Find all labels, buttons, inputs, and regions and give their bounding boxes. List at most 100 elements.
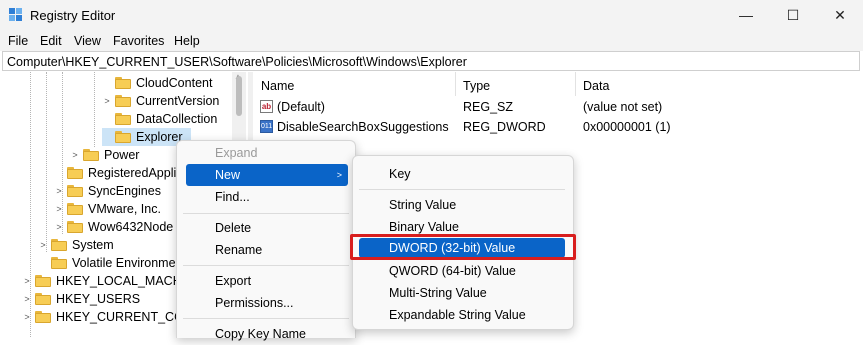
chevron-right-icon: > (336, 170, 342, 180)
menu-item-delete[interactable]: Delete (183, 217, 349, 239)
minimize-icon: — (739, 7, 753, 23)
submenu-item-key[interactable]: Key (359, 163, 565, 185)
tree-item-label: Wow6432Node (88, 220, 174, 234)
menu-item-label: Export (215, 274, 252, 288)
tree-guide-line (46, 72, 47, 252)
menu-bar: File Edit View Favorites Help (0, 30, 863, 51)
tree-item-power[interactable]: > Power (70, 146, 139, 164)
title-bar: Registry Editor — ☐ ✕ (0, 0, 863, 30)
menu-item-label: Rename (215, 243, 263, 257)
menu-item-find[interactable]: Find... (183, 186, 349, 208)
tree-scrollbar-thumb[interactable] (236, 76, 242, 116)
maximize-icon: ☐ (786, 6, 800, 23)
folder-icon (51, 239, 67, 251)
menu-file[interactable]: File (8, 34, 28, 48)
tree-item-label: Power (104, 148, 140, 162)
menu-separator (183, 318, 349, 319)
chevron-right-icon[interactable]: > (54, 222, 64, 232)
folder-icon (67, 185, 83, 197)
chevron-right-icon[interactable]: > (70, 150, 80, 160)
tree-item-hkey-local-machine[interactable]: > HKEY_LOCAL_MACHI (22, 272, 185, 290)
tree-item-cloudcontent[interactable]: CloudContent (102, 74, 212, 92)
menu-item-label: Delete (215, 221, 252, 235)
value-data: 0x00000001 (1) (583, 120, 671, 134)
menu-view[interactable]: View (74, 34, 101, 48)
tree-item-wow6432node[interactable]: > Wow6432Node (54, 218, 173, 236)
maximize-button[interactable]: ☐ (770, 0, 816, 30)
menu-item-expand[interactable]: Expand (183, 142, 349, 164)
menu-item-label: Expand (215, 146, 258, 160)
menu-item-permissions[interactable]: Permissions... (183, 292, 349, 314)
folder-icon (67, 203, 83, 215)
chevron-right-icon[interactable]: > (38, 240, 48, 250)
tree-item-volatile-environment[interactable]: Volatile Environmen (38, 254, 182, 272)
folder-icon (115, 131, 131, 143)
tree-item-currentversion[interactable]: > CurrentVersion (102, 92, 219, 110)
chevron-right-icon[interactable]: > (22, 294, 32, 304)
folder-icon (115, 95, 131, 107)
tree-item-label: HKEY_CURRENT_CON (56, 310, 193, 324)
value-name: (Default) (277, 100, 325, 114)
folder-icon (35, 311, 51, 323)
value-type: REG_SZ (463, 100, 514, 114)
value-data: (value not set) (583, 100, 663, 114)
tree-guide-line (94, 72, 95, 147)
tree-item-system[interactable]: > System (38, 236, 113, 254)
chevron-right-icon[interactable]: > (54, 204, 64, 214)
menu-help[interactable]: Help (174, 34, 200, 48)
tree-item-vmware[interactable]: > VMware, Inc. (54, 200, 161, 218)
menu-item-label: Find... (215, 190, 250, 204)
tree-item-label: CloudContent (136, 76, 213, 90)
folder-icon (35, 275, 51, 287)
tree-item-datacollection[interactable]: DataCollection (102, 110, 217, 128)
context-menu: Expand New > Find... Delete Rename Expor… (176, 140, 356, 341)
menu-item-label: Key (389, 167, 411, 181)
menu-favorites[interactable]: Favorites (113, 34, 164, 48)
chevron-right-icon[interactable]: > (54, 186, 64, 196)
menu-item-label: Binary Value (389, 220, 459, 234)
menu-item-copy-key-name[interactable]: Copy Key Name (183, 323, 349, 345)
menu-item-new[interactable]: New > (186, 164, 348, 186)
submenu-item-multi-string-value[interactable]: Multi-String Value (359, 282, 565, 304)
tree-item-label: VMware, Inc. (88, 202, 161, 216)
folder-icon (83, 149, 99, 161)
binary-value-icon: 011 (260, 120, 273, 133)
tree-item-hkey-users[interactable]: > HKEY_USERS (22, 290, 140, 308)
column-divider[interactable] (575, 72, 576, 96)
menu-item-rename[interactable]: Rename (183, 239, 349, 261)
menu-edit[interactable]: Edit (40, 34, 62, 48)
column-header-data[interactable]: Data (583, 79, 609, 93)
address-bar[interactable]: Computer\HKEY_CURRENT_USER\Software\Poli… (2, 51, 860, 71)
column-divider[interactable] (455, 72, 456, 96)
folder-icon (115, 113, 131, 125)
menu-item-export[interactable]: Export (183, 270, 349, 292)
chevron-right-icon[interactable]: > (102, 96, 112, 106)
tree-item-hkey-current-config[interactable]: > HKEY_CURRENT_CON (22, 308, 193, 326)
menu-item-label: Copy Key Name (215, 327, 307, 341)
tree-item-label: HKEY_USERS (56, 292, 141, 306)
tree-item-syncengines[interactable]: > SyncEngines (54, 182, 161, 200)
column-header-name[interactable]: Name (261, 79, 294, 93)
close-icon: ✕ (834, 6, 846, 23)
chevron-right-icon[interactable]: > (22, 276, 32, 286)
column-header-type[interactable]: Type (463, 79, 490, 93)
tree-item-registeredapplications[interactable]: RegisteredApplic (54, 164, 183, 182)
submenu-item-qword-value[interactable]: QWORD (64-bit) Value (359, 260, 565, 282)
menu-separator (183, 265, 349, 266)
folder-icon (67, 221, 83, 233)
menu-item-label: Multi-String Value (389, 286, 487, 300)
tree-item-label: Explorer (136, 130, 183, 144)
highlight-annotation-box (350, 234, 576, 260)
menu-separator (359, 189, 565, 190)
folder-icon (115, 77, 131, 89)
minimize-button[interactable]: — (723, 0, 769, 30)
submenu-item-expandable-string-value[interactable]: Expandable String Value (359, 304, 565, 326)
tree-item-label: DataCollection (136, 112, 218, 126)
menu-item-label: Permissions... (215, 296, 294, 310)
chevron-right-icon[interactable]: > (22, 312, 32, 322)
menu-item-label: String Value (389, 198, 457, 212)
tree-item-label: CurrentVersion (136, 94, 220, 108)
submenu-item-string-value[interactable]: String Value (359, 194, 565, 216)
tree-item-label: HKEY_LOCAL_MACHI (56, 274, 186, 288)
close-button[interactable]: ✕ (817, 0, 863, 30)
